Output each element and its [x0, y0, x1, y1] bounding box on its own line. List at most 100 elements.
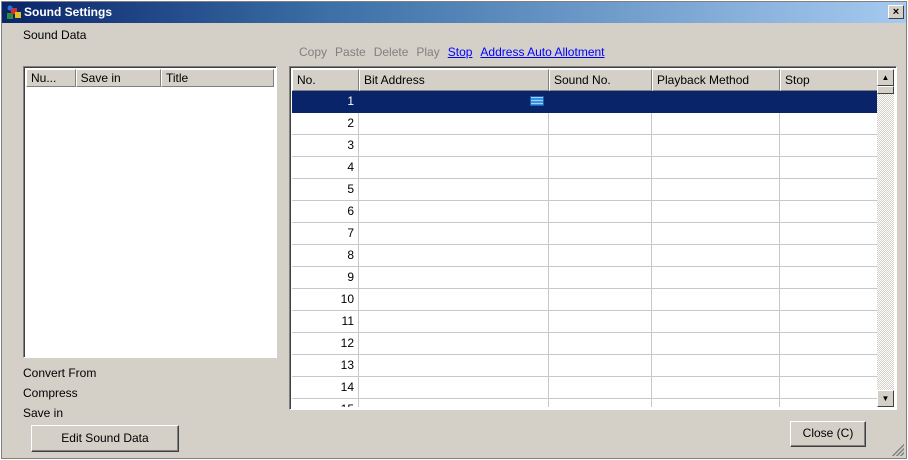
- stop-cell[interactable]: [780, 289, 878, 311]
- sound-no-cell[interactable]: [549, 267, 652, 289]
- edit-sound-data-button[interactable]: Edit Sound Data: [31, 425, 179, 452]
- playback-method-cell[interactable]: [652, 157, 780, 179]
- close-button[interactable]: Close (C): [790, 421, 866, 447]
- bit-address-cell[interactable]: [359, 135, 549, 157]
- grid-row[interactable]: 3: [292, 135, 878, 157]
- playback-method-cell[interactable]: [652, 113, 780, 135]
- grid-header-playback-method[interactable]: Playback Method: [652, 69, 780, 91]
- playback-method-cell[interactable]: [652, 311, 780, 333]
- stop-cell[interactable]: [780, 91, 878, 113]
- playback-method-cell[interactable]: [652, 201, 780, 223]
- playback-method-cell[interactable]: [652, 333, 780, 355]
- playback-method-cell[interactable]: [652, 289, 780, 311]
- stop-cell[interactable]: [780, 267, 878, 289]
- bit-address-cell[interactable]: [359, 377, 549, 399]
- resize-grip-icon[interactable]: [892, 444, 904, 456]
- sound-no-cell[interactable]: [549, 311, 652, 333]
- stop-cell[interactable]: [780, 355, 878, 377]
- grid-row[interactable]: 9: [292, 267, 878, 289]
- sound-no-cell[interactable]: [549, 399, 652, 407]
- grid-row[interactable]: 2: [292, 113, 878, 135]
- bit-address-cell[interactable]: [359, 267, 549, 289]
- grid-header-stop[interactable]: Stop: [780, 69, 878, 91]
- sound-data-list[interactable]: Nu... Save in Title: [23, 66, 277, 358]
- grid-vertical-scrollbar[interactable]: ▲ ▼: [877, 69, 894, 407]
- play-link[interactable]: Play: [416, 45, 439, 59]
- grid-row[interactable]: 11: [292, 311, 878, 333]
- title-bar[interactable]: Sound Settings ×: [2, 2, 906, 23]
- sound-no-cell[interactable]: [549, 223, 652, 245]
- scroll-down-arrow-icon[interactable]: ▼: [877, 390, 894, 407]
- sound-no-cell[interactable]: [549, 157, 652, 179]
- playback-method-cell[interactable]: [652, 245, 780, 267]
- playback-method-cell[interactable]: [652, 179, 780, 201]
- column-header-title[interactable]: Title: [160, 69, 274, 87]
- playback-method-cell[interactable]: [652, 91, 780, 113]
- bit-address-cell[interactable]: [359, 223, 549, 245]
- bit-address-cell[interactable]: [359, 157, 549, 179]
- bit-address-cell[interactable]: [359, 113, 549, 135]
- bit-address-cell[interactable]: [359, 355, 549, 377]
- bit-address-cell[interactable]: [359, 399, 549, 407]
- grid-row[interactable]: 13: [292, 355, 878, 377]
- stop-cell[interactable]: [780, 377, 878, 399]
- stop-cell[interactable]: [780, 179, 878, 201]
- copy-link[interactable]: Copy: [299, 45, 327, 59]
- grid-header-sound-no[interactable]: Sound No.: [549, 69, 652, 91]
- stop-cell[interactable]: [780, 311, 878, 333]
- paste-link[interactable]: Paste: [335, 45, 366, 59]
- sound-no-cell[interactable]: [549, 113, 652, 135]
- bit-address-cell[interactable]: [359, 245, 549, 267]
- stop-cell[interactable]: [780, 157, 878, 179]
- sound-no-cell[interactable]: [549, 179, 652, 201]
- address-auto-allotment-link[interactable]: Address Auto Allotment: [480, 45, 604, 59]
- grid-row[interactable]: 12: [292, 333, 878, 355]
- grid-row[interactable]: 6: [292, 201, 878, 223]
- bit-address-cell[interactable]: [359, 289, 549, 311]
- bit-address-cell[interactable]: [359, 179, 549, 201]
- bit-address-cell[interactable]: [359, 201, 549, 223]
- bit-address-cell[interactable]: [359, 333, 549, 355]
- bit-address-cell[interactable]: [359, 91, 549, 113]
- grid-row[interactable]: 8: [292, 245, 878, 267]
- grid-row[interactable]: 7: [292, 223, 878, 245]
- sound-no-cell[interactable]: [549, 135, 652, 157]
- grid-row[interactable]: 14: [292, 377, 878, 399]
- scroll-up-arrow-icon[interactable]: ▲: [877, 69, 894, 86]
- address-input-keypad-icon[interactable]: [530, 96, 544, 106]
- delete-link[interactable]: Delete: [374, 45, 409, 59]
- grid-row[interactable]: 5: [292, 179, 878, 201]
- playback-method-cell[interactable]: [652, 377, 780, 399]
- stop-cell[interactable]: [780, 399, 878, 407]
- playback-method-cell[interactable]: [652, 355, 780, 377]
- grid-header-bit-address[interactable]: Bit Address: [359, 69, 549, 91]
- scroll-thumb[interactable]: [877, 86, 894, 94]
- playback-method-cell[interactable]: [652, 399, 780, 407]
- column-header-save-in[interactable]: Save in: [75, 69, 161, 87]
- sound-no-cell[interactable]: [549, 355, 652, 377]
- playback-method-cell[interactable]: [652, 267, 780, 289]
- stop-cell[interactable]: [780, 245, 878, 267]
- sound-no-cell[interactable]: [549, 91, 652, 113]
- sound-no-cell[interactable]: [549, 245, 652, 267]
- grid-row[interactable]: 1: [292, 91, 878, 113]
- column-header-number[interactable]: Nu...: [26, 69, 76, 87]
- grid-row[interactable]: 15: [292, 399, 878, 407]
- stop-cell[interactable]: [780, 333, 878, 355]
- playback-method-cell[interactable]: [652, 223, 780, 245]
- sound-no-cell[interactable]: [549, 289, 652, 311]
- title-close-button[interactable]: ×: [888, 5, 904, 19]
- stop-cell[interactable]: [780, 223, 878, 245]
- sound-no-cell[interactable]: [549, 333, 652, 355]
- grid-row[interactable]: 10: [292, 289, 878, 311]
- playback-method-cell[interactable]: [652, 135, 780, 157]
- sound-settings-grid[interactable]: No. Bit Address Sound No. Playback Metho…: [289, 66, 897, 410]
- sound-no-cell[interactable]: [549, 201, 652, 223]
- grid-header-no[interactable]: No.: [292, 69, 359, 91]
- stop-cell[interactable]: [780, 201, 878, 223]
- stop-cell[interactable]: [780, 113, 878, 135]
- stop-cell[interactable]: [780, 135, 878, 157]
- sound-no-cell[interactable]: [549, 377, 652, 399]
- bit-address-cell[interactable]: [359, 311, 549, 333]
- stop-link[interactable]: Stop: [448, 45, 473, 59]
